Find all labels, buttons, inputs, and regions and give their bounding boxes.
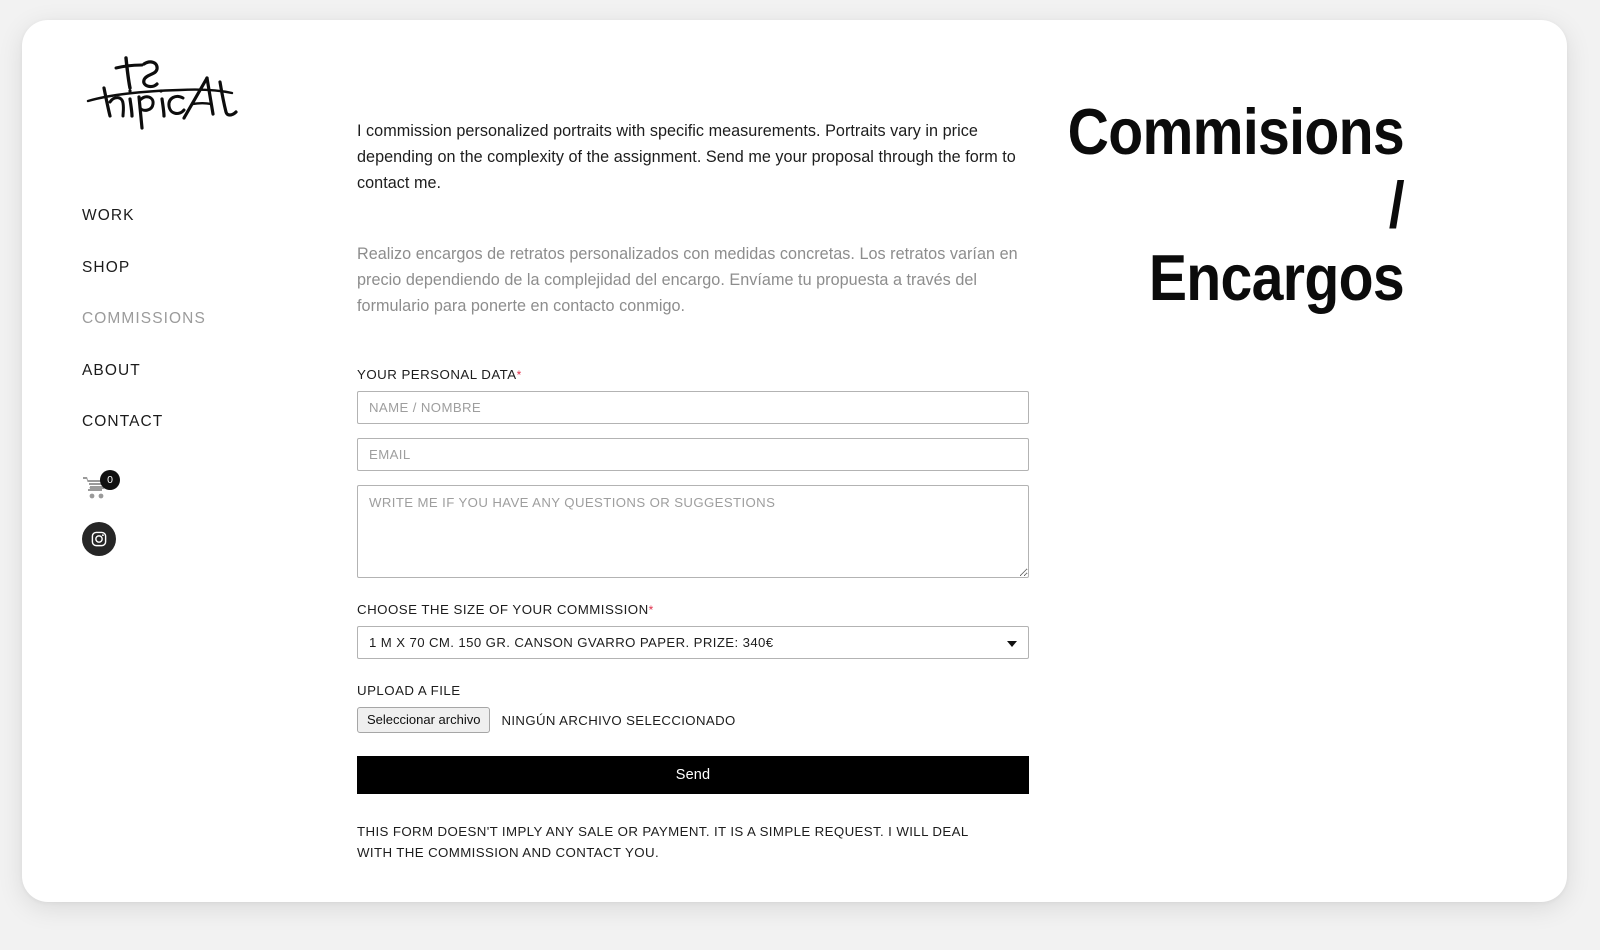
- intro-paragraph-english: I commission personalized portraits with…: [357, 122, 1016, 193]
- cart-button[interactable]: 0: [82, 469, 122, 506]
- sidebar-item-shop[interactable]: SHOP: [82, 259, 312, 276]
- send-button[interactable]: Send: [357, 756, 1029, 794]
- file-upload-row: Seleccionar archivo NINGÚN ARCHIVO SELEC…: [357, 707, 1029, 733]
- size-select-wrapper: 1 M X 70 CM. 150 GR. CANSON GVARRO PAPER…: [357, 626, 1029, 660]
- message-textarea[interactable]: [357, 485, 1029, 579]
- cart-count-badge: 0: [100, 469, 120, 490]
- instagram-icon: [91, 531, 107, 546]
- name-input[interactable]: [357, 391, 1029, 425]
- sidebar-item-about[interactable]: ABOUT: [82, 362, 312, 379]
- main-navigation: WORK SHOP COMMISSIONS ABOUT CONTACT: [82, 208, 312, 430]
- personal-data-label-text: YOUR PERSONAL DATA: [357, 367, 517, 383]
- size-label-text: CHOOSE THE SIZE OF YOUR COMMISSION: [357, 602, 649, 618]
- sidebar-item-commissions[interactable]: COMMISSIONS: [82, 311, 312, 327]
- required-asterisk-size: *: [648, 603, 654, 618]
- personal-data-label: YOUR PERSONAL DATA*: [357, 367, 1029, 382]
- page-title: Commisions / Encargos: [1034, 95, 1405, 314]
- page-title-line-2: /: [1388, 167, 1405, 241]
- intro-paragraph-spanish: Realizo encargos de retratos personaliza…: [357, 244, 1018, 316]
- page-title-line-1: Commisions: [1067, 95, 1405, 168]
- required-asterisk: *: [516, 368, 522, 383]
- main-content: I commission personalized portraits with…: [357, 118, 1029, 863]
- brand-logo[interactable]: [80, 46, 250, 136]
- page-root: WORK SHOP COMMISSIONS ABOUT CONTACT 0 Co…: [0, 0, 1600, 950]
- instagram-link[interactable]: [82, 521, 116, 556]
- form-disclaimer: THIS FORM DOESN'T IMPLY ANY SALE OR PAYM…: [357, 824, 969, 860]
- sidebar: WORK SHOP COMMISSIONS ABOUT CONTACT 0: [62, 30, 312, 556]
- email-input[interactable]: [357, 438, 1029, 472]
- commission-form: YOUR PERSONAL DATA* CHOOSE THE SIZE OF Y…: [357, 367, 1029, 863]
- choose-file-button[interactable]: Seleccionar archivo: [357, 707, 491, 733]
- page-title-line-3: Encargos: [1148, 240, 1405, 314]
- file-status-text: NINGÚN ARCHIVO SELECCIONADO: [501, 712, 736, 728]
- size-label: CHOOSE THE SIZE OF YOUR COMMISSION*: [357, 602, 1029, 617]
- upload-label: UPLOAD A FILE: [357, 683, 461, 699]
- sidebar-item-work[interactable]: WORK: [82, 208, 312, 224]
- sidebar-item-contact[interactable]: CONTACT: [82, 414, 312, 430]
- size-select[interactable]: 1 M X 70 CM. 150 GR. CANSON GVARRO PAPER…: [357, 626, 1029, 660]
